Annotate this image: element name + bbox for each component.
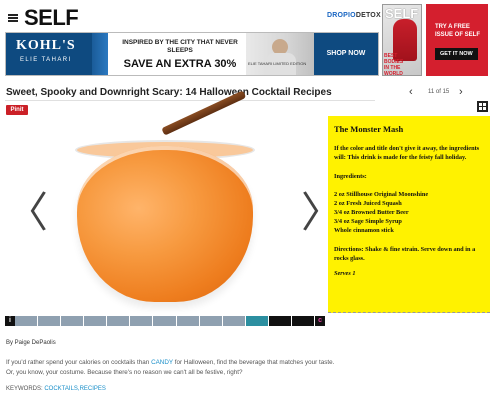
- thumbnail[interactable]: [107, 316, 131, 326]
- ad-offer: SAVE AN EXTRA 30%: [123, 58, 237, 70]
- ingredients-list: 2 oz Stillhouse Original Moonshine 2 oz …: [334, 190, 484, 235]
- ad-model-label: ELIE TAHARI LIMITED EDITION: [248, 61, 307, 66]
- ad-sub-brand: ELIE TAHARI: [20, 57, 72, 63]
- gallery-title: Sweet, Spooky and Downright Scary: 14 Ha…: [6, 87, 332, 98]
- get-it-now-button[interactable]: GET IT NOW: [435, 48, 478, 60]
- thumbnail[interactable]: [38, 316, 62, 326]
- site-logo[interactable]: SELF: [24, 5, 79, 31]
- ingredient-item: 3/4 oz Browned Butter Beer: [334, 209, 409, 216]
- article-byline: By Paige DePaolis: [6, 340, 56, 346]
- ad-brand: KOHL'S: [16, 38, 76, 53]
- hamburger-icon[interactable]: [8, 14, 18, 22]
- cocktail-glass: [77, 146, 253, 302]
- chevron-left-icon[interactable]: ‹: [409, 86, 413, 98]
- slide-prev-arrow-icon[interactable]: 〈: [6, 192, 48, 234]
- thumbnail[interactable]: [199, 316, 223, 326]
- promo-text: TRY A FREE ISSUE OF SELF: [435, 24, 481, 38]
- article-body: If you'd rather spend your calories on c…: [6, 358, 336, 378]
- ingredient-item: Whole cinnamon stick: [334, 227, 394, 234]
- info-icon[interactable]: i: [5, 316, 15, 326]
- thumbnail[interactable]: [15, 316, 39, 326]
- ad-model-image: ELIE TAHARI LIMITED EDITION: [246, 33, 314, 75]
- dropbox-label-b: DETOX: [355, 12, 381, 19]
- magazine-promo[interactable]: TRY A FREE ISSUE OF SELF GET IT NOW: [426, 4, 488, 76]
- recipe-name: The Monster Mash: [334, 124, 404, 134]
- candy-link[interactable]: CANDY: [151, 359, 173, 366]
- thumbnail[interactable]: [84, 316, 108, 326]
- recipe-panel: The Monster Mash If the color and title …: [328, 116, 490, 313]
- ingredient-item: 3/4 oz Sage Simple Syrup: [334, 218, 402, 225]
- thumbnail[interactable]: [153, 316, 177, 326]
- keywords-label: KEYWORDS:: [6, 386, 45, 392]
- thumbnail[interactable]: [268, 316, 292, 326]
- ad-stripe: [92, 33, 108, 75]
- ingredients-heading: Ingredients:: [334, 173, 367, 180]
- thumbnail-strip[interactable]: i c: [5, 316, 326, 326]
- slide-image: [5, 90, 325, 314]
- dropbox-detox-link[interactable]: DROPIODETOX: [327, 12, 381, 19]
- shop-now-button[interactable]: SHOP NOW: [314, 33, 378, 75]
- recipe-intro: If the color and title don't give it awa…: [334, 145, 480, 161]
- thumbnail-active[interactable]: [245, 316, 269, 326]
- chevron-right-icon[interactable]: ›: [459, 86, 463, 98]
- keywords: KEYWORDS: COCKTAILS,RECIPES: [6, 386, 106, 392]
- dropbox-label-a: DROPIO: [327, 12, 356, 19]
- body-text-start: If you'd rather spend your calories on c…: [6, 359, 152, 366]
- recipe-directions: Directions: Shake & fine strain. Serve d…: [334, 246, 476, 262]
- magazine-cover-image[interactable]: SELF BEST BODIES IN THE WORLD: [382, 4, 422, 76]
- grid-icon[interactable]: [477, 101, 488, 112]
- credits-icon[interactable]: c: [315, 316, 326, 326]
- title-divider: [5, 100, 375, 101]
- ingredient-item: 2 oz Stillhouse Original Moonshine: [334, 191, 429, 198]
- ingredient-item: 2 oz Fresh Juiced Squash: [334, 200, 402, 207]
- ad-brand-block: KOHL'S ELIE TAHARI: [6, 33, 92, 75]
- recipe-serves: Serves 1: [334, 270, 356, 277]
- thumbnail[interactable]: [130, 316, 154, 326]
- banner-ad[interactable]: KOHL'S ELIE TAHARI INSPIRED BY THE CITY …: [5, 32, 379, 76]
- keyword-links[interactable]: COCKTAILS,RECIPES: [44, 386, 106, 392]
- cover-headline: BEST BODIES IN THE WORLD: [384, 53, 404, 76]
- slide-counter: 11 of 15: [428, 89, 450, 95]
- thumbnail[interactable]: [176, 316, 200, 326]
- ad-tagline: INSPIRED BY THE CITY THAT NEVER SLEEPS: [122, 39, 238, 54]
- thumbnail[interactable]: [61, 316, 85, 326]
- thumbnail[interactable]: [291, 316, 316, 326]
- thumbnail[interactable]: [222, 316, 246, 326]
- pinit-button[interactable]: Pinit: [6, 105, 28, 115]
